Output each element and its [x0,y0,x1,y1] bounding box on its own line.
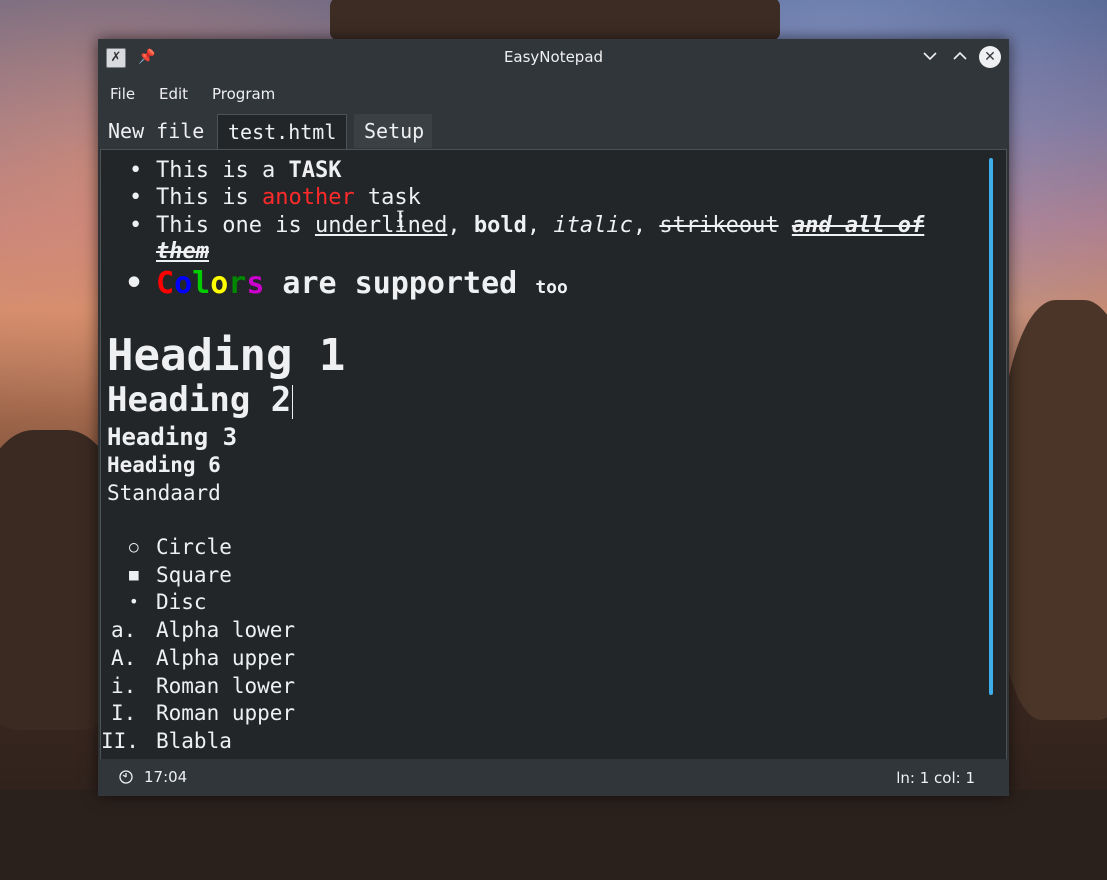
menu-bar: File Edit Program [98,75,1009,111]
list-marker: • [129,592,139,612]
list-marker: A. [111,645,137,670]
menu-edit[interactable]: Edit [159,75,188,113]
minimize-button[interactable] [920,47,940,67]
text-caret [292,384,294,419]
list-item-text: Disc [156,590,207,615]
heading-3: Heading 3 [107,423,238,451]
window-title: EasyNotepad [503,48,604,66]
list-marker: I. [111,701,137,726]
heading-1: Heading 1 [107,330,346,381]
list-item-continuation: them [156,239,209,265]
colored-letter: C [156,266,175,301]
close-button[interactable]: ✕ [979,46,1001,68]
text: This one is [156,213,315,238]
notepad-window: ✗ 📌 EasyNotepad ✕ File Edit Program New … [98,39,1009,796]
maximize-button[interactable] [950,47,970,67]
text: This is [156,185,262,210]
heading-2: Heading 2 [107,380,294,420]
list-marker: i. [111,673,137,698]
background-rock [0,790,1107,880]
list-marker: ■ [129,564,139,584]
list-item-text: Alpha lower [156,618,296,643]
colored-letter: r [228,266,247,301]
colored-letter: o [210,266,229,301]
tab-bar: New file test.html Setup [98,111,1009,149]
menu-program[interactable]: Program [212,75,275,113]
colored-letter: s [246,266,265,301]
combined-text: them [156,239,209,264]
tab-setup[interactable]: Setup [354,114,432,148]
list-item-text: Circle [156,535,232,559]
text: This is a [156,158,289,183]
title-bar: ✗ 📌 EasyNotepad ✕ [98,39,1009,75]
rainbow-text: Colors [156,266,264,301]
tab-test-html[interactable]: test.html [217,114,348,149]
colored-letter: o [174,266,193,301]
close-icon: ✕ [984,49,996,65]
menu-file[interactable]: File [110,75,135,113]
chevron-up-icon [953,51,967,60]
small-text: too [535,277,568,298]
strikeout-text: strikeout [659,213,779,238]
bold-text: bold [473,213,527,238]
text: , [526,213,554,238]
combined-text: and all of [791,213,925,238]
status-bar: 17:04 ln: 1 col: 1 [98,759,1009,796]
list-marker: ○ [129,537,139,556]
list-marker: a. [111,618,137,643]
underlined-text: underlined [314,213,448,238]
colored-letter: l [192,266,211,301]
bullet-disc-icon: • [129,185,143,210]
mouse-ibeam-cursor: I [396,208,405,233]
list-item-text: Blabla [156,728,232,753]
standard-paragraph: Standaard [107,481,221,505]
bold-text: TASK [288,158,342,183]
bullet-disc-icon: • [125,266,144,301]
text: are supported [264,266,536,301]
bullet-disc-icon: • [129,158,143,183]
clock-time: 17:04 [144,768,188,786]
background-rock [1000,300,1107,720]
clock-icon [119,770,133,784]
cursor-position: ln: 1 col: 1 [896,769,975,787]
heading-6: Heading 6 [107,453,221,477]
list-marker: II. [101,728,139,753]
text-editor[interactable]: • This is a TASK • This is another task … [100,149,1007,761]
text: task [354,185,421,210]
red-text: another [261,185,355,210]
list-item-text: Roman lower [156,673,296,698]
bullet-disc-icon: • [129,213,143,238]
text: , [632,213,660,238]
tab-new-file[interactable]: New file [98,114,206,148]
italic-text: italic [553,213,633,238]
chevron-down-icon [923,52,937,61]
text: , [447,213,474,238]
vertical-scrollbar[interactable] [989,158,993,695]
list-item-text: Square [156,562,232,587]
list-item-text: Alpha upper [156,645,296,670]
list-item-text: Roman upper [156,701,296,726]
